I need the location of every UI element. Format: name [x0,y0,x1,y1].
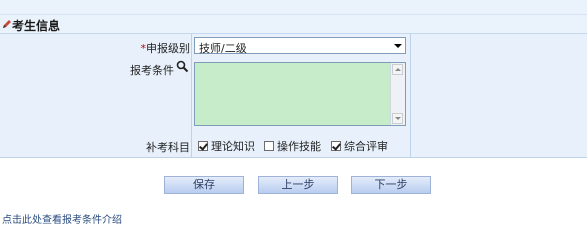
divider [410,131,411,157]
next-button[interactable]: 下一步 [351,176,431,194]
triangle-up-icon [395,68,401,71]
checkbox-skills[interactable]: 操作技能 [264,138,321,154]
checkbox-review[interactable]: 综合评审 [331,138,388,154]
level-select[interactable]: 技师/二级 [194,37,406,55]
checkbox-label: 理论知识 [211,140,255,153]
divider [191,131,192,157]
conditions-label: 报考条件 [130,64,174,77]
search-icon[interactable] [176,60,189,73]
scroll-up-button[interactable] [392,64,403,75]
row-subjects: 补考科目 理论知识 操作技能 综合评审 [0,131,587,158]
pencil-icon [3,20,11,28]
divider [191,34,192,58]
chevron-down-icon[interactable] [394,44,402,48]
checkbox-label: 操作技能 [277,140,321,153]
level-select-value: 技师/二级 [199,42,247,55]
conditions-textarea[interactable] [194,62,406,126]
subjects-label: 补考科目 [146,141,190,154]
divider [410,34,411,58]
checkbox-box[interactable] [264,141,274,151]
save-button[interactable]: 保存 [164,176,244,194]
section-title: 考生信息 [12,19,61,33]
scrollbar[interactable] [390,63,405,125]
prev-button[interactable]: 上一步 [258,176,338,194]
level-label: *申报级别 [0,40,191,56]
level-label-text: 申报级别 [146,42,190,55]
row-level: *申报级别 技师/二级 [0,34,587,59]
triangle-down-icon [395,117,401,120]
divider [410,58,411,131]
section-header: 考生信息 [0,15,587,34]
conditions-info-link[interactable]: 点击此处查看报考条件介绍 [2,211,122,226]
row-conditions: 报考条件 [0,58,587,132]
checkbox-box[interactable] [331,141,341,151]
checkbox-label: 综合评审 [344,140,388,153]
scroll-down-button[interactable] [392,113,403,124]
divider [191,58,192,131]
checkbox-box[interactable] [198,141,208,151]
top-strip [0,0,587,15]
checkbox-theory[interactable]: 理论知识 [198,138,255,154]
